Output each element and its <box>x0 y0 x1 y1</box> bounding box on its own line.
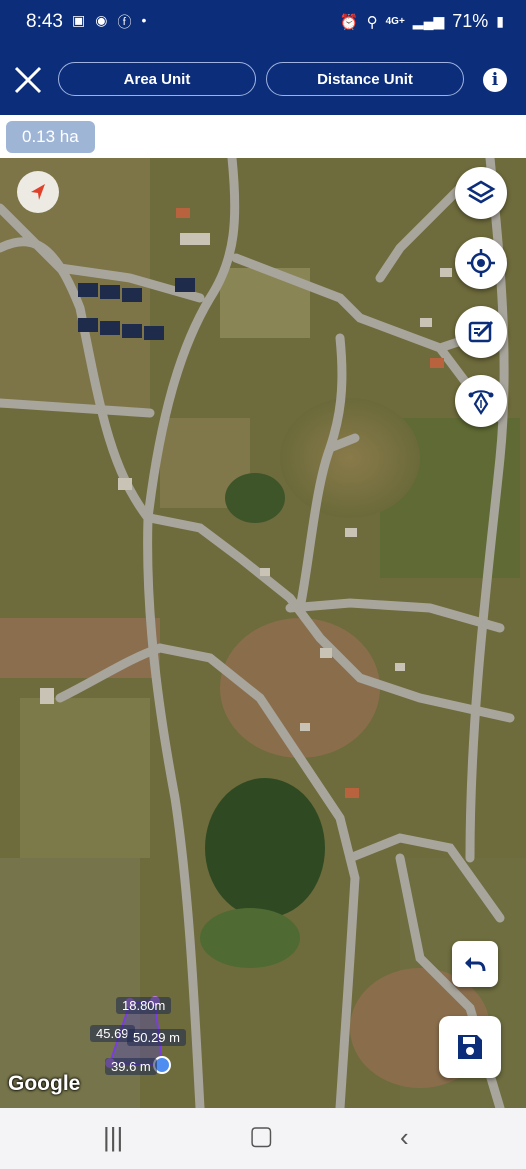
facebook-icon: ⓕ <box>117 14 132 30</box>
draw-polygon-button[interactable] <box>455 375 507 427</box>
distance-unit-button[interactable]: Distance Unit <box>266 62 464 96</box>
network-type: 4G+ <box>385 16 405 27</box>
close-icon[interactable] <box>12 64 44 96</box>
map-imagery <box>0 158 526 1108</box>
signal-icon: ▂▄▆ <box>412 13 445 29</box>
google-attribution: Google <box>8 1072 81 1095</box>
home-icon[interactable]: ▢ <box>249 1120 274 1151</box>
undo-icon <box>465 957 486 972</box>
area-value-badge: 0.13 ha <box>6 121 95 153</box>
system-icons: ⏰ ⚲ 4G+ ▂▄▆ 71% ▮ <box>340 11 504 32</box>
layers-icon <box>466 180 496 204</box>
back-icon[interactable]: ‹ <box>400 1122 409 1153</box>
battery-icon: ▮ <box>496 13 504 29</box>
edit-note-icon <box>468 320 494 343</box>
info-icon[interactable]: i <box>483 68 507 92</box>
save-button[interactable] <box>439 1016 501 1078</box>
notification-icons: ▣ ◉ ⓕ • <box>72 12 146 32</box>
segment-label-top: 18.80m <box>116 997 172 1014</box>
segment-label-right: 50.29 m <box>127 1029 186 1046</box>
undo-button[interactable] <box>452 941 498 987</box>
satellite-map[interactable] <box>0 158 526 1108</box>
image-icon: ▣ <box>72 12 86 28</box>
segment-label-bottom: 39.6 m <box>105 1058 157 1075</box>
dot-icon: • <box>141 12 147 28</box>
recents-icon[interactable]: ||| <box>103 1122 123 1153</box>
compass-icon[interactable] <box>17 171 59 213</box>
area-unit-button[interactable]: Area Unit <box>58 62 256 96</box>
pen-tool-icon <box>468 390 494 415</box>
my-location-button[interactable] <box>455 237 507 289</box>
status-bar: 8:43 ▣ ◉ ⓕ • ⏰ ⚲ 4G+ ▂▄▆ 71% ▮ <box>0 0 526 44</box>
system-nav-bar: ||| ▢ ‹ <box>0 1108 526 1169</box>
edit-button[interactable] <box>455 306 507 358</box>
status-time: 8:43 <box>26 11 63 32</box>
layers-button[interactable] <box>455 167 507 219</box>
alarm-icon: ⏰ <box>339 13 359 31</box>
top-toolbar: Area Unit Distance Unit i <box>0 44 526 115</box>
save-icon <box>458 1035 482 1059</box>
location-icon: ⚲ <box>366 13 378 31</box>
battery-text: 71% <box>452 11 489 31</box>
crosshair-icon <box>467 249 495 277</box>
app-icon: ◉ <box>95 12 108 28</box>
